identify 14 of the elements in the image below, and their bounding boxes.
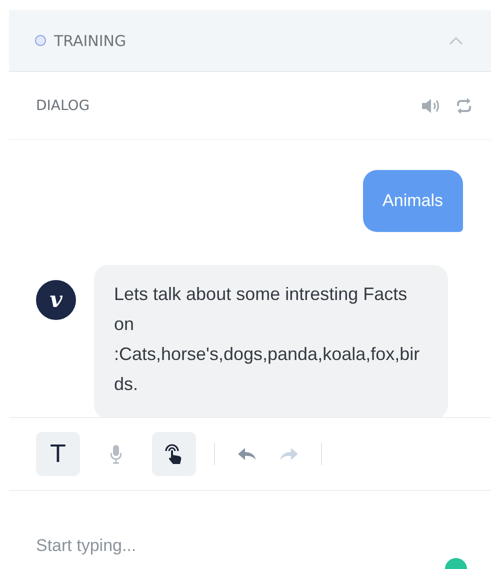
status-icon bbox=[35, 35, 46, 46]
touch-button[interactable] bbox=[152, 432, 196, 476]
section-title: TRAINING bbox=[54, 32, 128, 50]
microphone-icon bbox=[110, 444, 122, 464]
speaker-icon[interactable] bbox=[421, 98, 441, 114]
dialog-title: DIALOG bbox=[36, 98, 91, 114]
bot-message: Lets talk about some intresting Facts on :Cats,horse's,dogs,panda,koala,fox,birds. bbox=[94, 265, 448, 417]
user-message: Animals bbox=[362, 170, 463, 232]
refresh-icon[interactable] bbox=[455, 96, 473, 114]
text-mode-button[interactable]: T bbox=[36, 432, 80, 476]
undo-button[interactable] bbox=[237, 446, 257, 462]
bot-avatar: v bbox=[36, 280, 76, 320]
chevron-icon[interactable] bbox=[449, 36, 463, 45]
message-input[interactable]: Start typing... bbox=[36, 536, 336, 556]
